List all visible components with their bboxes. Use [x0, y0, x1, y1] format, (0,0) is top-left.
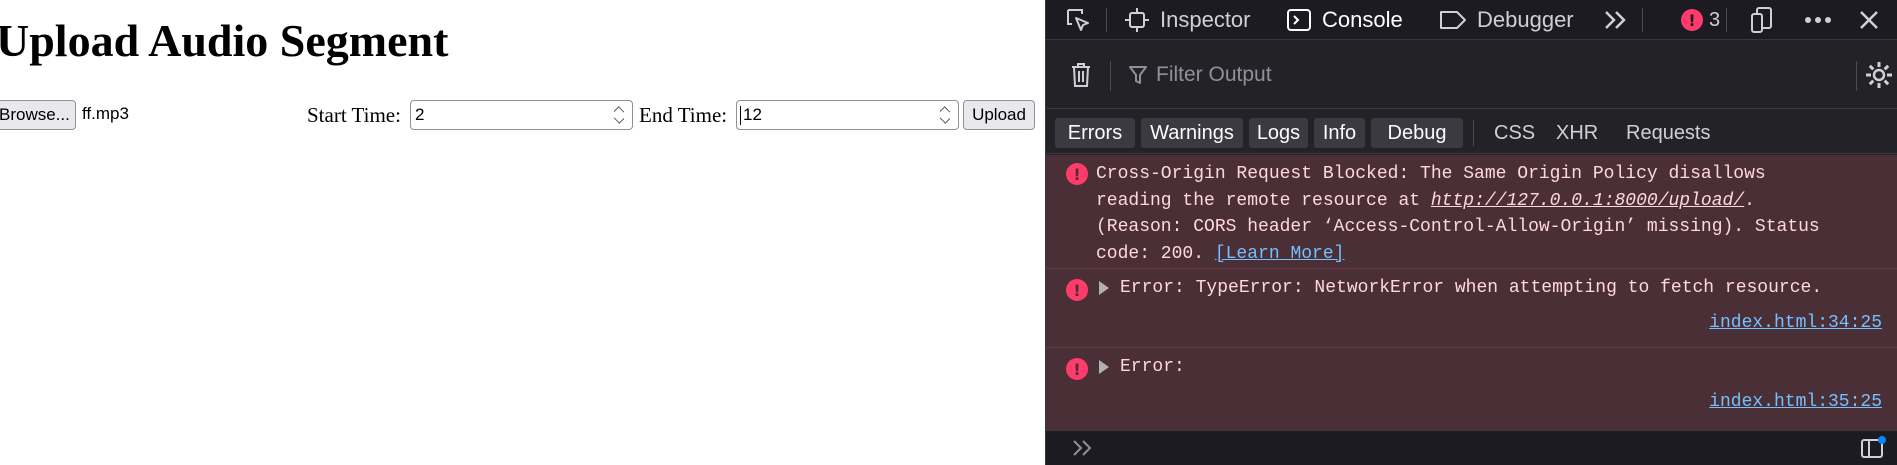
tab-debugger[interactable]: Debugger	[1439, 0, 1574, 40]
message-text: Cross-Origin Request Blocked: The Same O…	[1096, 164, 1820, 264]
console-error-message: ! Cross-Origin Request Blocked: The Same…	[1046, 155, 1897, 269]
toolbar-divider	[1726, 8, 1727, 32]
message-text: Error:	[1120, 357, 1185, 377]
error-count: 3	[1709, 8, 1721, 31]
source-location-link[interactable]: index.html:34:25	[1709, 313, 1882, 333]
error-icon: !	[1066, 279, 1088, 301]
filter-warnings-button[interactable]: Warnings	[1141, 118, 1243, 148]
start-time-input[interactable]: 2	[410, 100, 633, 130]
expand-triangle-icon[interactable]	[1099, 360, 1109, 374]
selected-file-name: ff.mp3	[82, 104, 129, 123]
message-text: Error: TypeError: NetworkError when atte…	[1120, 278, 1823, 298]
filter-debug-button[interactable]: Debug	[1371, 118, 1463, 148]
tab-console[interactable]: Console	[1286, 0, 1403, 40]
toolbar-divider	[1473, 120, 1474, 146]
devtools-toolbar: Inspector Console Debugger ! 3	[1046, 0, 1897, 40]
error-count-badge[interactable]: ! 3	[1681, 0, 1720, 40]
inspector-icon	[1124, 7, 1150, 33]
filter-info-button[interactable]: Info	[1314, 118, 1365, 148]
spin-down-icon[interactable]	[939, 113, 951, 124]
debugger-icon	[1439, 8, 1467, 32]
toolbar-divider	[1110, 61, 1111, 91]
page-title: Upload Audio Segment	[0, 15, 449, 66]
tab-label: Debugger	[1477, 7, 1574, 32]
close-icon[interactable]	[1854, 0, 1884, 40]
end-time-input[interactable]: 12	[736, 100, 959, 130]
editor-mode-icon[interactable]	[1858, 428, 1888, 465]
browse-button[interactable]: Browse...	[0, 100, 76, 130]
filter-xhr-button[interactable]: XHR	[1556, 118, 1598, 148]
spin-down-icon[interactable]	[613, 113, 625, 124]
start-time-spinner[interactable]	[612, 105, 626, 125]
dock-options-icon[interactable]	[1746, 0, 1778, 40]
more-tools-chevron-icon[interactable]	[1601, 0, 1631, 40]
filter-css-button[interactable]: CSS	[1494, 118, 1535, 148]
element-picker-icon[interactable]	[1062, 0, 1094, 40]
filter-input[interactable]: Filter Output	[1156, 63, 1272, 87]
end-time-label: End Time:	[639, 103, 728, 127]
devtools-panel: Inspector Console Debugger ! 3 Filter Ou…	[1045, 0, 1897, 465]
end-time-value: 12	[743, 105, 762, 124]
filter-icon	[1126, 55, 1150, 95]
text-caret	[740, 106, 741, 125]
tab-label: Inspector	[1160, 7, 1251, 32]
more-options-icon[interactable]	[1801, 0, 1835, 40]
settings-gear-icon[interactable]	[1864, 55, 1894, 95]
resource-link[interactable]: http://127.0.0.1:8000/upload/	[1431, 191, 1744, 211]
console-icon	[1286, 7, 1312, 33]
error-icon: !	[1066, 163, 1088, 185]
console-input[interactable]	[1046, 430, 1897, 465]
error-icon: !	[1066, 358, 1088, 380]
error-icon: !	[1681, 9, 1703, 31]
upload-form: Browse... ff.mp3 Start Time: 2 End Time:…	[0, 100, 1045, 130]
filter-logs-button[interactable]: Logs	[1249, 118, 1308, 148]
web-page: Upload Audio Segment Browse... ff.mp3 St…	[0, 0, 1045, 465]
upload-button[interactable]: Upload	[963, 100, 1035, 130]
log-level-filters: Errors Warnings Logs Info Debug CSS XHR …	[1046, 110, 1897, 154]
tab-label: Console	[1322, 7, 1403, 32]
toolbar-divider	[1642, 8, 1643, 32]
toolbar-divider	[1106, 8, 1107, 32]
console-output: ! Cross-Origin Request Blocked: The Same…	[1046, 155, 1897, 430]
filter-errors-button[interactable]: Errors	[1055, 118, 1135, 148]
console-error-message: ! Error: TypeError: NetworkError when at…	[1046, 269, 1897, 348]
console-filter-bar: Filter Output	[1046, 41, 1897, 109]
trash-icon[interactable]	[1066, 55, 1096, 95]
start-time-value: 2	[415, 105, 425, 124]
expand-triangle-icon[interactable]	[1099, 281, 1109, 295]
console-error-message: ! Error: index.html:35:25	[1046, 348, 1897, 430]
toolbar-divider	[1856, 61, 1857, 91]
start-time-label: Start Time:	[307, 103, 401, 127]
filter-requests-button[interactable]: Requests	[1626, 118, 1711, 148]
end-time-spinner[interactable]	[938, 105, 952, 125]
learn-more-link[interactable]: [Learn More]	[1215, 244, 1345, 264]
prompt-chevron-icon	[1068, 428, 1098, 465]
tab-inspector[interactable]: Inspector	[1124, 0, 1251, 40]
source-location-link[interactable]: index.html:35:25	[1709, 392, 1882, 412]
